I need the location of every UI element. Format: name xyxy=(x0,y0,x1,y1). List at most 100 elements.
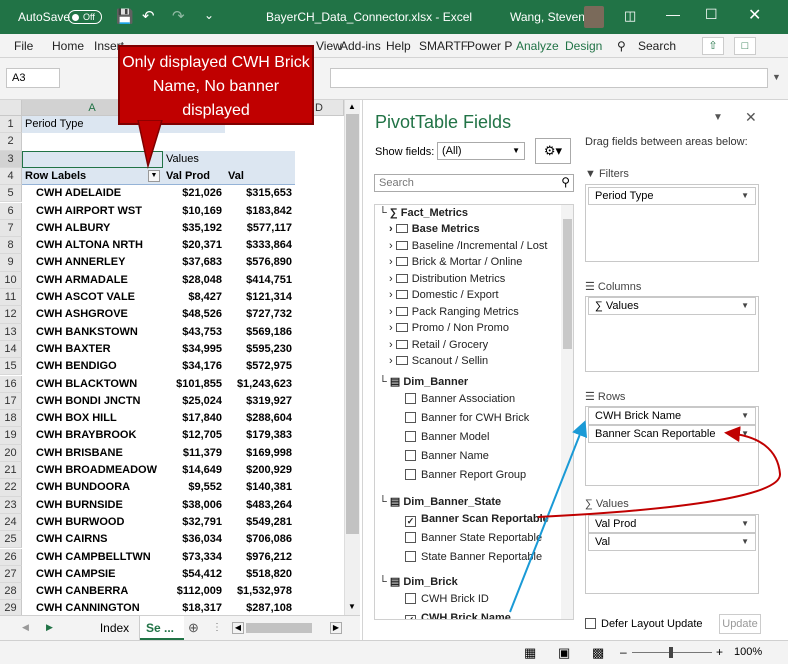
table-dim-banner[interactable]: └ ▤ Dim_Banner xyxy=(379,375,468,388)
rows-area[interactable]: CWH Brick Name ▼ Banner Scan Reportable ▼ xyxy=(585,406,759,486)
show-fields-select[interactable]: (All) ▼ xyxy=(437,142,525,160)
field-folder[interactable]: › Scanout / Sellin xyxy=(389,355,488,367)
row-header[interactable]: 9 xyxy=(0,254,22,272)
field-checkbox[interactable]: Banner for CWH Brick xyxy=(405,412,529,424)
search-icon[interactable]: ⚲ xyxy=(617,39,626,53)
valprod-cell[interactable]: $34,176 xyxy=(163,358,225,375)
val-cell[interactable]: $577,117 xyxy=(225,220,295,237)
valprod-cell[interactable]: $32,791 xyxy=(163,514,225,531)
row-header[interactable]: 3 xyxy=(0,150,22,168)
valprod-cell[interactable]: $43,753 xyxy=(163,324,225,341)
row-label-cell[interactable]: CWH BLACKTOWN xyxy=(22,376,163,393)
table-dim-brick[interactable]: └ ▤ Dim_Brick xyxy=(379,575,458,588)
row-header[interactable]: 15 xyxy=(0,358,22,376)
valprod-cell[interactable]: $12,705 xyxy=(163,427,225,444)
field-list-scroll-thumb[interactable] xyxy=(563,219,572,349)
row-header[interactable]: 23 xyxy=(0,496,22,514)
valprod-cell[interactable]: $11,379 xyxy=(163,445,225,462)
row-label-cell[interactable]: CWH BENDIGO xyxy=(22,358,163,375)
next-sheet-icon[interactable]: ▶ xyxy=(46,622,53,633)
hscroll-right-icon[interactable]: ▶ xyxy=(330,622,342,634)
row-header[interactable]: 2 xyxy=(0,133,22,151)
autosave-toggle[interactable]: Off xyxy=(68,9,102,24)
row-label-cell[interactable]: CWH CAIRNS xyxy=(22,531,163,548)
valprod-cell[interactable]: $38,006 xyxy=(163,497,225,514)
tab-view[interactable]: View xyxy=(316,39,342,53)
field-list[interactable]: └ ∑ Fact_Metrics › Base Metrics › Baselin… xyxy=(374,204,574,620)
redo-icon[interactable]: ↷ xyxy=(172,7,185,25)
field-checkbox[interactable]: Banner Report Group xyxy=(405,469,526,481)
close-icon[interactable]: ✕ xyxy=(748,5,761,25)
row-field-banner-scan-reportable[interactable]: Banner Scan Reportable ▼ xyxy=(588,425,756,443)
row-label-cell[interactable]: CWH ALTONA NRTH xyxy=(22,237,163,254)
row-field-cwh-brick-name[interactable]: CWH Brick Name ▼ xyxy=(588,407,756,425)
tab-file[interactable]: File xyxy=(14,39,33,53)
name-box[interactable]: A3 xyxy=(6,68,60,88)
row-header[interactable]: 18 xyxy=(0,410,22,428)
minimize-icon[interactable]: — xyxy=(666,6,680,22)
qat-customize-icon[interactable]: ⌄ xyxy=(204,8,214,22)
row-label-cell[interactable]: CWH ASCOT VALE xyxy=(22,289,163,306)
table-fact-metrics[interactable]: └ ∑ Fact_Metrics xyxy=(379,207,468,219)
field-checkbox[interactable]: ✓ CWH Brick Name xyxy=(405,612,511,619)
defer-layout-checkbox[interactable]: Defer Layout Update xyxy=(585,618,703,630)
val-cell[interactable]: $549,281 xyxy=(225,514,295,531)
zoom-level[interactable]: 100% xyxy=(734,646,762,658)
val-cell[interactable]: $319,927 xyxy=(225,393,295,410)
val-cell[interactable]: $706,086 xyxy=(225,531,295,548)
tab-powerp[interactable]: Power P xyxy=(467,39,512,53)
pane-close-icon[interactable]: ✕ xyxy=(745,109,757,126)
row-label-cell[interactable]: CWH BURWOOD xyxy=(22,514,163,531)
val-cell[interactable]: $288,604 xyxy=(225,410,295,427)
field-folder[interactable]: › Brick & Mortar / Online xyxy=(389,256,522,268)
val-cell[interactable]: $121,314 xyxy=(225,289,295,306)
row-label-cell[interactable]: CWH AIRPORT WST xyxy=(22,203,163,220)
normal-view-icon[interactable]: ▦ xyxy=(524,645,536,661)
val-cell[interactable]: $483,264 xyxy=(225,497,295,514)
field-folder[interactable]: › Retail / Grocery xyxy=(389,339,488,351)
valprod-cell[interactable]: $36,034 xyxy=(163,531,225,548)
valprod-cell[interactable]: $112,009 xyxy=(163,583,225,600)
val-cell[interactable]: $140,381 xyxy=(225,479,295,496)
row-header[interactable]: 13 xyxy=(0,323,22,341)
row-label-cell[interactable]: CWH CAMPBELLTWN xyxy=(22,549,163,566)
valprod-cell[interactable]: $37,683 xyxy=(163,254,225,271)
valprod-cell[interactable]: $28,048 xyxy=(163,272,225,289)
val-cell[interactable]: $976,212 xyxy=(225,549,295,566)
val-cell[interactable]: $315,653 xyxy=(225,185,295,202)
row-label-cell[interactable]: CWH BOX HILL xyxy=(22,410,163,427)
row-label-cell[interactable]: CWH BAXTER xyxy=(22,341,163,358)
field-folder[interactable]: › Distribution Metrics xyxy=(389,273,505,285)
row-header[interactable]: 11 xyxy=(0,289,22,307)
valprod-cell[interactable]: $48,526 xyxy=(163,306,225,323)
row-label-cell[interactable]: CWH BONDI JNCTN xyxy=(22,393,163,410)
valprod-cell[interactable]: $8,427 xyxy=(163,289,225,306)
page-break-icon[interactable]: ▩ xyxy=(592,645,604,661)
column-field-values[interactable]: ∑ Values ▼ xyxy=(588,297,756,315)
val-cell[interactable]: $518,820 xyxy=(225,566,295,583)
formula-expand-icon[interactable]: ▼ xyxy=(772,72,781,82)
field-checkbox[interactable]: State Banner Reportable xyxy=(405,551,542,563)
field-folder[interactable]: › Domestic / Export xyxy=(389,289,499,301)
row-label-cell[interactable]: CWH ALBURY xyxy=(22,220,163,237)
filter-field-period-type[interactable]: Period Type ▼ xyxy=(588,187,756,205)
valprod-cell[interactable]: $10,169 xyxy=(163,203,225,220)
formula-input[interactable] xyxy=(330,68,768,88)
tab-help[interactable]: Help xyxy=(386,39,411,53)
row-header[interactable]: 5 xyxy=(0,185,22,203)
field-checkbox[interactable]: Banner Model xyxy=(405,431,490,443)
row-header[interactable]: 25 xyxy=(0,531,22,549)
row-header[interactable]: 7 xyxy=(0,219,22,238)
tools-gear-icon[interactable]: ⚙▾ xyxy=(535,138,571,164)
row-label-cell[interactable]: CWH CANBERRA xyxy=(22,583,163,600)
avatar[interactable] xyxy=(584,6,604,28)
val-cell[interactable]: $169,998 xyxy=(225,445,295,462)
pane-options-icon[interactable]: ▼ xyxy=(713,112,723,123)
user-name[interactable]: Wang, Steven xyxy=(510,10,585,24)
zoom-in-icon[interactable]: + xyxy=(716,645,723,659)
worksheet-grid[interactable]: A B C D 1 2 3 4 Period Type Values Row L… xyxy=(0,100,344,618)
tab-smartf[interactable]: SMARTF xyxy=(419,39,468,53)
valprod-cell[interactable]: $73,334 xyxy=(163,549,225,566)
row-header[interactable]: 21 xyxy=(0,462,22,480)
row-header[interactable]: 12 xyxy=(0,306,22,324)
